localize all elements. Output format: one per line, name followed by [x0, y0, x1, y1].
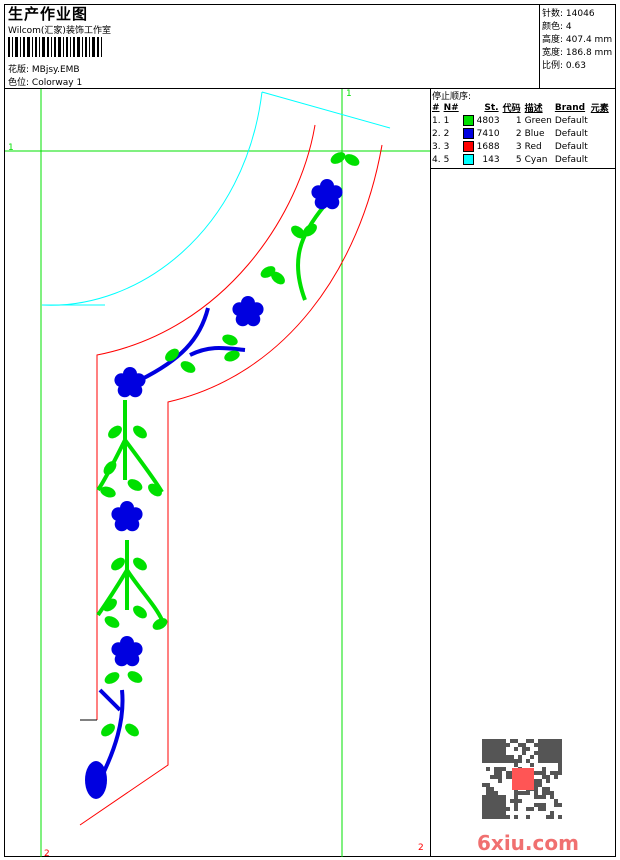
leaf — [101, 723, 115, 737]
flower — [114, 367, 146, 398]
marker-red-2-left: 2 — [44, 849, 50, 859]
leaf — [133, 557, 147, 571]
leaf — [125, 723, 139, 737]
flower — [111, 501, 143, 532]
marker-red-2-right: 2 — [418, 843, 424, 853]
leaf — [108, 425, 122, 439]
marker-green-1-top: 1 — [346, 89, 352, 99]
leaf — [133, 425, 147, 439]
design-canvas: 1 1 2 2 6xiu.com — [5, 89, 579, 859]
leaf — [180, 361, 196, 373]
marker-green-1-left: 1 — [8, 143, 14, 153]
flower — [311, 179, 343, 210]
leaf — [330, 152, 346, 164]
leaf — [127, 671, 143, 683]
flower — [232, 296, 264, 327]
leaf — [222, 334, 238, 346]
leaf — [104, 616, 120, 628]
flower — [111, 636, 143, 667]
qr-code-icon — [482, 739, 562, 819]
leaf — [344, 154, 360, 166]
leaf — [133, 605, 147, 619]
leaf — [127, 479, 143, 491]
leaf — [104, 672, 120, 684]
watermark-logo: 6xiu.com — [477, 831, 579, 855]
green-vines — [96, 203, 327, 621]
